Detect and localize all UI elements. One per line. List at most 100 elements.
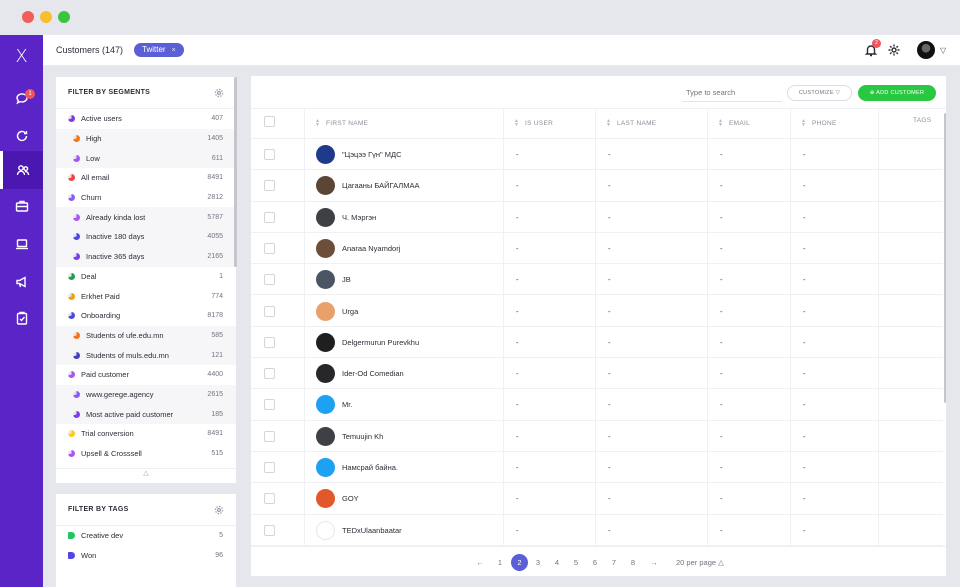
segment-item[interactable]: Inactive 180 days 4055 bbox=[56, 227, 236, 247]
table-row[interactable]: Urga - - - - bbox=[251, 296, 943, 327]
row-checkbox[interactable] bbox=[264, 149, 275, 160]
row-checkbox[interactable] bbox=[264, 242, 275, 254]
segment-name: Onboarding bbox=[81, 311, 121, 321]
table-row[interactable]: "Цэцээ Гүн" МДС - - - - bbox=[251, 139, 943, 171]
minimize-window-button[interactable] bbox=[40, 11, 52, 23]
column-email[interactable]: ▲ ▼ EMAIL bbox=[718, 109, 750, 139]
row-checkbox[interactable] bbox=[264, 462, 275, 473]
row-checkbox[interactable] bbox=[264, 211, 275, 223]
settings-button[interactable] bbox=[887, 43, 901, 57]
row-checkbox[interactable] bbox=[264, 493, 275, 505]
customize-button[interactable]: CUSTOMIZE ▽ bbox=[787, 85, 852, 101]
collapse-segments-button[interactable]: △ bbox=[56, 468, 236, 483]
row-checkbox[interactable] bbox=[264, 399, 275, 411]
table-row[interactable]: GOY - - - - bbox=[251, 483, 943, 515]
table-row[interactable]: Temuujin Kh - - - - bbox=[251, 421, 943, 452]
laptop-nav[interactable] bbox=[0, 225, 43, 263]
gear-icon[interactable] bbox=[214, 505, 224, 515]
first-name-cell: Mr. bbox=[342, 400, 353, 410]
row-checkbox[interactable] bbox=[264, 368, 275, 380]
email-cell: - bbox=[720, 369, 723, 379]
table-row[interactable]: Намсрай байна. - - - - bbox=[251, 452, 943, 484]
table-row[interactable]: JB - - - - bbox=[251, 264, 943, 296]
segment-item[interactable]: Churn 2812 bbox=[56, 188, 236, 208]
segment-name: Trial conversion bbox=[81, 429, 134, 439]
segment-item[interactable]: Most active paid customer 185 bbox=[56, 404, 236, 424]
column-label: IS USER bbox=[525, 120, 554, 127]
table-row[interactable]: Delgermurun Purevkhu - - - - bbox=[251, 327, 943, 359]
search-input[interactable] bbox=[682, 84, 782, 102]
segment-item[interactable]: Erkhet Paid 774 bbox=[56, 286, 236, 306]
tags-panel: FILTER BY TAGS Creative dev 5 Won 96 bbox=[56, 494, 236, 587]
segment-item[interactable]: Paid customer 4400 bbox=[56, 365, 236, 385]
chevron-down-icon[interactable]: ▽ bbox=[940, 46, 946, 55]
per-page-select[interactable]: 20 per page △ bbox=[676, 558, 724, 567]
page-8[interactable]: 8 bbox=[626, 556, 640, 570]
segment-item[interactable]: Active users 407 bbox=[56, 109, 236, 129]
user-avatar[interactable] bbox=[917, 41, 935, 59]
row-checkbox[interactable] bbox=[264, 524, 275, 536]
table-row[interactable]: Ч. Мэргэн - - - - bbox=[251, 202, 943, 233]
page-7[interactable]: 7 bbox=[607, 556, 621, 570]
page-2[interactable]: 2 bbox=[511, 554, 528, 571]
segment-item[interactable]: Upsell & Crosssell 515 bbox=[56, 444, 236, 464]
avatar bbox=[316, 238, 335, 258]
segment-item[interactable]: Students of ufe.edu.mn 585 bbox=[56, 325, 236, 346]
page-4[interactable]: 4 bbox=[550, 556, 564, 570]
column-phone[interactable]: ▲ ▼ PHONE bbox=[801, 109, 837, 139]
close-icon[interactable]: × bbox=[172, 47, 176, 54]
segment-item[interactable]: Onboarding 8178 bbox=[56, 306, 236, 326]
segment-item[interactable]: High 1405 bbox=[56, 128, 236, 149]
row-checkbox[interactable] bbox=[264, 305, 275, 317]
segment-item[interactable]: Students of muls.edu.mn 121 bbox=[56, 345, 236, 365]
is-user-cell: - bbox=[516, 400, 519, 410]
table-scrollbar[interactable] bbox=[944, 113, 946, 403]
prev-page-button[interactable]: ← bbox=[473, 556, 487, 570]
page-6[interactable]: 6 bbox=[588, 556, 602, 570]
segment-item[interactable]: All email 8491 bbox=[56, 168, 236, 188]
column-tags[interactable]: TAGS bbox=[913, 109, 931, 139]
column-last-name[interactable]: ▲ ▼ LAST NAME bbox=[606, 109, 656, 139]
table-row[interactable]: Цагааны БАЙГАЛМАА - - - - bbox=[251, 170, 943, 202]
row-checkbox[interactable] bbox=[264, 180, 275, 192]
segment-item[interactable]: Trial conversion 8491 bbox=[56, 424, 236, 444]
page-5[interactable]: 5 bbox=[569, 556, 583, 570]
refresh-nav[interactable] bbox=[0, 117, 43, 155]
row-checkbox[interactable] bbox=[264, 336, 275, 348]
segment-list: Active users 407 High 1405 Low 611 All email 84… bbox=[56, 109, 236, 463]
gear-icon[interactable] bbox=[214, 88, 224, 98]
close-window-button[interactable] bbox=[22, 11, 34, 23]
select-all-checkbox[interactable] bbox=[264, 116, 275, 127]
briefcase-nav[interactable] bbox=[0, 187, 43, 225]
column-first-name[interactable]: ▲ ▼ FIRST NAME bbox=[315, 109, 368, 139]
segment-item[interactable]: www.gerege.agency 2615 bbox=[56, 384, 236, 405]
row-checkbox[interactable] bbox=[264, 274, 275, 286]
maximize-window-button[interactable] bbox=[58, 11, 70, 23]
segment-item[interactable]: Low 611 bbox=[56, 148, 236, 169]
segment-name: Students of ufe.edu.mn bbox=[86, 330, 164, 340]
users-nav[interactable] bbox=[0, 151, 43, 189]
segment-item[interactable]: Already kinda lost 5787 bbox=[56, 207, 236, 228]
megaphone-nav[interactable] bbox=[0, 263, 43, 301]
tag-item[interactable]: Won 96 bbox=[56, 546, 236, 566]
phone-cell: - bbox=[803, 369, 806, 379]
row-checkbox[interactable] bbox=[264, 430, 275, 442]
table-row[interactable]: Mr. - - - - bbox=[251, 389, 943, 421]
segment-item[interactable]: Inactive 365 days 2165 bbox=[56, 246, 236, 267]
column-is-user[interactable]: ▲ ▼ IS USER bbox=[514, 109, 553, 139]
next-page-button[interactable]: → bbox=[647, 556, 661, 570]
table-row[interactable]: TEDxUlaanbaatar - - - - bbox=[251, 515, 943, 546]
table-row[interactable]: Anaraa Nyamdorj - - - - bbox=[251, 233, 943, 265]
app-logo[interactable]: X bbox=[0, 45, 43, 69]
tag-item[interactable]: Creative dev 5 bbox=[56, 526, 236, 546]
segment-count: 5787 bbox=[207, 213, 223, 221]
chat-nav[interactable]: 1 bbox=[0, 79, 43, 117]
page-3[interactable]: 3 bbox=[531, 556, 545, 570]
segment-item[interactable]: Deal 1 bbox=[56, 267, 236, 287]
segments-scrollbar[interactable] bbox=[234, 77, 237, 267]
clipboard-nav[interactable] bbox=[0, 299, 43, 337]
table-row[interactable]: Ider-Od Comedian - - - - bbox=[251, 358, 943, 390]
page-1[interactable]: 1 bbox=[493, 556, 507, 570]
filter-chip[interactable]: Twitter × bbox=[134, 43, 184, 57]
add-customer-button[interactable]: ⊕ ADD CUSTOMER bbox=[858, 85, 936, 101]
